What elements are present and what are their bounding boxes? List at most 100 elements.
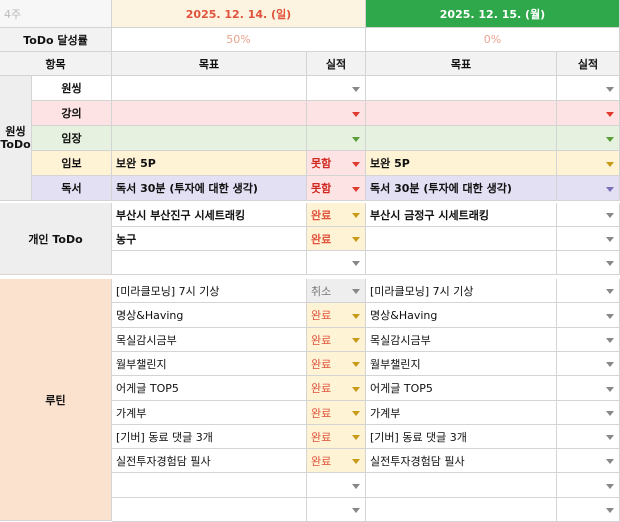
result-dropdown-day2-icon[interactable]	[606, 362, 614, 367]
ws-goal-day2[interactable]	[366, 76, 557, 101]
personal-goal-day1[interactable]	[112, 251, 307, 275]
column-header-goal-day2-text: 목표	[450, 57, 472, 71]
routine-goal-day2[interactable]: 월부챌린지	[366, 352, 557, 376]
result-dropdown-day1-icon[interactable]	[352, 213, 360, 218]
ws-goal-day2[interactable]	[366, 126, 557, 151]
result-dropdown-day2-icon[interactable]	[606, 87, 614, 92]
result-dropdown-day1-icon[interactable]	[352, 508, 360, 513]
routine-goal-day2[interactable]	[366, 473, 557, 498]
result-dropdown-day2-icon[interactable]	[606, 289, 614, 294]
routine-goal-day1[interactable]: 어게글 TOP5	[112, 376, 307, 401]
routine-goal-day1[interactable]	[112, 498, 307, 522]
routine-goal-day2-text: 월부챌린지	[370, 357, 421, 371]
ws-goal-day1[interactable]	[112, 126, 307, 151]
routine-goal-day1[interactable]: [기버] 동료 댓글 3개	[112, 425, 307, 449]
personal-goal-day1[interactable]: 부산시 부산진구 시세트래킹	[112, 203, 307, 227]
ws-result-day1-text: 못함	[311, 157, 332, 170]
result-dropdown-day1-icon[interactable]	[352, 87, 360, 92]
achievement-label-text: ToDo 달성률	[23, 33, 88, 47]
ws-row-name-text: 독서	[61, 182, 82, 195]
column-header-goal-day2: 목표	[366, 52, 557, 76]
result-dropdown-day1-icon[interactable]	[352, 484, 360, 489]
achievement-day1-text: 50%	[226, 33, 251, 46]
routine-goal-day2[interactable]: [미라클모닝] 7시 기상	[366, 279, 557, 303]
result-dropdown-day2-icon[interactable]	[606, 459, 614, 464]
personal-goal-day1[interactable]: 농구	[112, 227, 307, 251]
ws-goal-day2[interactable]: 보완 5P	[366, 151, 557, 176]
routine-goal-day1[interactable]: 가계부	[112, 401, 307, 425]
result-dropdown-day2-icon[interactable]	[606, 484, 614, 489]
routine-goal-day1[interactable]: 목실감시금부	[112, 328, 307, 352]
routine-goal-day1[interactable]	[112, 473, 307, 498]
week-label: 4주	[0, 0, 112, 28]
ws-goal-day1[interactable]: 보완 5P	[112, 151, 307, 176]
routine-goal-day2[interactable]: [기버] 동료 댓글 3개	[366, 425, 557, 449]
ws-goal-day2-text: 독서 30분 (투자에 대한 생각)	[370, 182, 512, 195]
result-dropdown-day1-icon[interactable]	[352, 289, 360, 294]
routine-goal-day1[interactable]: 실전투자경험담 필사	[112, 449, 307, 473]
result-dropdown-day2-icon[interactable]	[606, 162, 614, 167]
personal-goal-day1-text: 부산시 부산진구 시세트래킹	[116, 208, 246, 222]
routine-goal-day1-text: 목실감시금부	[116, 333, 177, 347]
result-dropdown-day1-icon[interactable]	[352, 137, 360, 142]
result-dropdown-day1-icon[interactable]	[352, 162, 360, 167]
routine-goal-day1[interactable]: [미라클모닝] 7시 기상	[112, 279, 307, 303]
week-label-text: 4주	[4, 7, 22, 21]
result-dropdown-day1-icon[interactable]	[352, 435, 360, 440]
result-dropdown-day2-icon[interactable]	[606, 187, 614, 192]
routine-result-day1-text: 완료	[311, 454, 332, 468]
result-dropdown-day2-icon[interactable]	[606, 508, 614, 513]
ws-goal-day2[interactable]: 독서 30분 (투자에 대한 생각)	[366, 176, 557, 201]
ws-goal-day1[interactable]	[112, 101, 307, 126]
date-header-day2[interactable]: 2025. 12. 15. (월)	[366, 0, 620, 28]
result-dropdown-day2-icon[interactable]	[606, 387, 614, 392]
routine-result-day1-text: 완료	[311, 333, 332, 347]
routine-goal-day2[interactable]: 목실감시금부	[366, 328, 557, 352]
ws-goal-day2[interactable]	[366, 101, 557, 126]
ws-row-name-text: 임장	[61, 132, 82, 145]
result-dropdown-day1-icon[interactable]	[352, 411, 360, 416]
result-dropdown-day2-icon[interactable]	[606, 261, 614, 266]
date-header-day2-text: 2025. 12. 15. (월)	[439, 7, 546, 21]
routine-goal-day1[interactable]: 명상&Having	[112, 303, 307, 328]
result-dropdown-day1-icon[interactable]	[352, 314, 360, 319]
result-dropdown-day2-icon[interactable]	[606, 314, 614, 319]
result-dropdown-day1-icon[interactable]	[352, 187, 360, 192]
routine-goal-day1-text: 명상&Having	[116, 309, 184, 322]
result-dropdown-day2-icon[interactable]	[606, 411, 614, 416]
routine-result-day1-text: 완료	[311, 406, 332, 420]
result-dropdown-day2-icon[interactable]	[606, 112, 614, 117]
result-dropdown-day1-icon[interactable]	[352, 237, 360, 242]
result-dropdown-day1-icon[interactable]	[352, 387, 360, 392]
date-header-day1[interactable]: 2025. 12. 14. (일)	[112, 0, 366, 28]
achievement-day2: 0%	[366, 28, 620, 52]
routine-goal-day2[interactable]: 어게글 TOP5	[366, 376, 557, 401]
personal-goal-day2[interactable]	[366, 227, 557, 251]
result-dropdown-day2-icon[interactable]	[606, 213, 614, 218]
personal-goal-day2[interactable]	[366, 251, 557, 275]
result-dropdown-day1-icon[interactable]	[352, 362, 360, 367]
section-label-routine-text: 루틴	[45, 393, 66, 407]
ws-row-name-text: 임보	[61, 157, 82, 170]
personal-goal-day2[interactable]: 부산시 금정구 시세트래킹	[366, 203, 557, 227]
result-dropdown-day2-icon[interactable]	[606, 137, 614, 142]
ws-goal-day1[interactable]	[112, 76, 307, 101]
result-dropdown-day2-icon[interactable]	[606, 435, 614, 440]
routine-goal-day2[interactable]: 실전투자경험담 필사	[366, 449, 557, 473]
routine-goal-day1[interactable]: 월부챌린지	[112, 352, 307, 376]
result-dropdown-day1-icon[interactable]	[352, 459, 360, 464]
result-dropdown-day2-icon[interactable]	[606, 338, 614, 343]
section-label-ws-todo-text: 원씽 ToDo	[0, 125, 31, 151]
routine-goal-day2[interactable]: 명상&Having	[366, 303, 557, 328]
routine-goal-day1-text: [미라클모닝] 7시 기상	[116, 284, 220, 298]
ws-goal-day1[interactable]: 독서 30분 (투자에 대한 생각)	[112, 176, 307, 201]
result-dropdown-day1-icon[interactable]	[352, 112, 360, 117]
section-label-personal-todo: 개인 ToDo	[0, 203, 112, 275]
result-dropdown-day1-icon[interactable]	[352, 338, 360, 343]
result-dropdown-day2-icon[interactable]	[606, 237, 614, 242]
routine-goal-day2[interactable]	[366, 498, 557, 522]
column-header-goal-day1-text: 목표	[198, 57, 220, 71]
routine-goal-day2[interactable]: 가계부	[366, 401, 557, 425]
result-dropdown-day1-icon[interactable]	[352, 261, 360, 266]
ws-goal-day2-text: 보완 5P	[370, 157, 410, 170]
